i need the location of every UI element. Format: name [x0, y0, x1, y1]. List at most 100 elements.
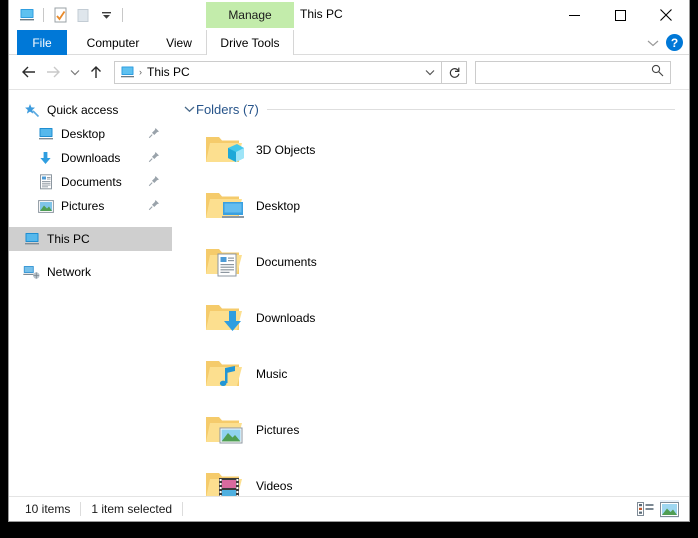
star-pin-icon: [23, 102, 40, 118]
chevron-down-icon[interactable]: [182, 105, 196, 113]
folder-label: Music: [256, 367, 288, 381]
chevron-down-icon[interactable]: [647, 34, 659, 52]
folder-item-3d-objects[interactable]: 3D Objects: [200, 122, 450, 178]
sidebar-item-downloads[interactable]: Downloads: [9, 146, 172, 170]
new-folder-icon[interactable]: [73, 5, 93, 25]
folder-item-desktop[interactable]: Desktop: [200, 178, 450, 234]
back-button[interactable]: [17, 59, 41, 85]
network-icon: [23, 264, 40, 280]
sidebar-item-desktop[interactable]: Desktop: [9, 122, 172, 146]
folder-item-pictures[interactable]: Pictures: [200, 402, 450, 458]
breadcrumb-separator: ›: [139, 67, 142, 77]
refresh-button[interactable]: [442, 60, 467, 84]
tab-file-label: File: [32, 35, 52, 50]
view-mode-buttons: [636, 500, 679, 518]
search-icon[interactable]: [651, 64, 664, 80]
pin-icon[interactable]: [148, 151, 160, 163]
status-divider-2: [182, 502, 184, 516]
tab-computer[interactable]: Computer: [75, 30, 151, 55]
status-bar: 10 items 1 item selected: [9, 496, 689, 521]
folder-music-icon: [200, 350, 248, 398]
toolbar-divider: [43, 8, 44, 22]
folder-label: Pictures: [256, 423, 300, 437]
this-pc-icon: [23, 231, 40, 247]
file-explorer-window: Manage This PC File Computer View Drive …: [8, 0, 690, 522]
sidebar-label: Documents: [61, 175, 122, 189]
properties-icon[interactable]: [50, 5, 70, 25]
folder-label: Videos: [256, 479, 293, 493]
window-controls: [551, 0, 689, 30]
folder-3d-objects-icon: [200, 126, 248, 174]
ribbon-tabstrip: File Computer View Drive Tools ?: [9, 30, 689, 55]
recent-locations-button[interactable]: [65, 59, 84, 85]
sidebar-label: Desktop: [61, 127, 106, 141]
help-icon[interactable]: ?: [666, 34, 683, 51]
sidebar-item-quick-access[interactable]: Quick access: [9, 98, 172, 122]
title-bar: Manage This PC: [9, 0, 689, 30]
group-header-folders[interactable]: Folders (7): [182, 98, 689, 120]
this-pc-icon: [119, 64, 135, 80]
folder-item-videos[interactable]: Videos: [200, 458, 450, 496]
pin-icon[interactable]: [148, 175, 160, 187]
sidebar-item-pictures[interactable]: Pictures: [9, 194, 172, 218]
sidebar-label: Downloads: [61, 151, 121, 165]
maximize-button[interactable]: [597, 0, 643, 30]
forward-button[interactable]: [41, 59, 65, 85]
folder-item-music[interactable]: Music: [200, 346, 450, 402]
folders-tile-list: 3D Objects Desktop Documents Downloads M…: [182, 122, 689, 496]
folder-videos-icon: [200, 462, 248, 496]
explorer-body: Quick access Desktop Downloads Documents…: [9, 89, 689, 496]
sidebar-label: This PC: [47, 232, 90, 246]
folder-downloads-icon: [200, 294, 248, 342]
contextual-tab-header-manage[interactable]: Manage: [206, 2, 294, 28]
tab-view-label: View: [166, 35, 192, 50]
customize-chevron-icon[interactable]: [96, 5, 116, 25]
manage-label: Manage: [228, 8, 272, 22]
breadcrumb-item-this-pc[interactable]: This PC: [147, 65, 190, 79]
pin-icon[interactable]: [148, 199, 160, 211]
search-input[interactable]: [482, 64, 651, 80]
folder-label: 3D Objects: [256, 143, 316, 157]
folder-documents-icon: [200, 238, 248, 286]
tab-view[interactable]: View: [155, 30, 203, 55]
help-label: ?: [670, 35, 679, 50]
toolbar-divider-2: [122, 8, 123, 22]
large-icons-view-button[interactable]: [660, 500, 679, 518]
navigation-bar: › This PC: [9, 55, 689, 89]
this-pc-icon[interactable]: [17, 5, 37, 25]
file-list-pane[interactable]: Folders (7) 3D Objects Desktop Documents…: [172, 90, 689, 496]
tab-computer-label: Computer: [86, 35, 140, 50]
tab-drive-tools[interactable]: Drive Tools: [206, 30, 294, 55]
window-title: This PC: [300, 7, 343, 21]
folder-item-downloads[interactable]: Downloads: [200, 290, 450, 346]
sidebar-item-network[interactable]: Network: [9, 260, 172, 284]
address-bar[interactable]: › This PC: [114, 60, 442, 84]
pictures-icon: [37, 198, 54, 214]
up-button[interactable]: [84, 59, 108, 85]
sidebar-item-this-pc[interactable]: This PC: [9, 227, 172, 251]
navigation-pane: Quick access Desktop Downloads Documents…: [9, 90, 172, 496]
group-divider: [266, 108, 675, 110]
ribbon-right-controls: ?: [647, 30, 683, 55]
pin-icon[interactable]: [148, 127, 160, 139]
tab-drive-tools-label: Drive Tools: [220, 35, 280, 50]
search-box[interactable]: [475, 60, 671, 84]
status-selection-count: 1 item selected: [91, 502, 173, 516]
tab-file[interactable]: File: [17, 30, 67, 55]
folder-label: Downloads: [256, 311, 316, 325]
folder-label: Documents: [256, 255, 317, 269]
downloads-icon: [37, 150, 54, 166]
folder-item-documents[interactable]: Documents: [200, 234, 450, 290]
sidebar-label: Pictures: [61, 199, 105, 213]
close-button[interactable]: [643, 0, 689, 30]
sidebar-item-documents[interactable]: Documents: [9, 170, 172, 194]
address-dropdown-icon[interactable]: [419, 62, 441, 83]
minimize-button[interactable]: [551, 0, 597, 30]
folder-pictures-icon: [200, 406, 248, 454]
details-view-button[interactable]: [636, 500, 655, 518]
sidebar-label: Quick access: [47, 103, 119, 117]
desktop-icon: [37, 126, 54, 142]
documents-icon: [37, 174, 54, 190]
status-item-count: 10 items: [25, 502, 71, 516]
folder-desktop-icon: [200, 182, 248, 230]
